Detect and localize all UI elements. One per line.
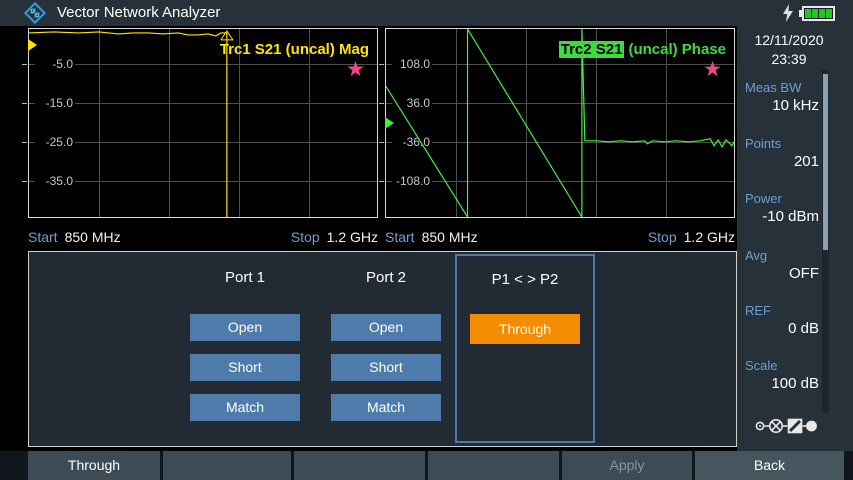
marker-star-icon: ★ (346, 59, 365, 80)
sidebar-item-power[interactable]: Power -10 dBm (745, 191, 819, 226)
sidebar-item-meas-bw[interactable]: Meas BW 10 kHz (745, 80, 819, 115)
through-button[interactable]: Through (470, 314, 580, 344)
sidebar-item-points[interactable]: Points 201 (745, 136, 819, 171)
setting-value: 100 dB (745, 375, 819, 393)
battery-bar (805, 9, 811, 18)
setting-label: REF (745, 303, 819, 319)
start-value: 850 MHz (422, 229, 478, 245)
app-title: Vector Network Analyzer (57, 4, 220, 21)
setting-label: Meas BW (745, 80, 819, 96)
axis-tick (379, 181, 384, 182)
battery-bar (826, 9, 832, 18)
sidebar-item-ref[interactable]: REF 0 dB (745, 303, 819, 338)
stop-value: 1.2 GHz (684, 229, 735, 245)
chart-mag: -5.0 -15.0 -25.0 -35.0 Trc1 S21 (uncal) … (28, 28, 378, 218)
ref-level-arrow-icon (385, 117, 394, 129)
trace1-label: Trc1 S21 (uncal) Mag (220, 41, 369, 58)
calibration-dialog: Port 1 Port 2 Open Short Match Open Shor… (28, 251, 737, 447)
p1p2-selection-box: P1 < > P2 Through (455, 254, 595, 443)
port1-short-button[interactable]: Short (190, 354, 300, 381)
start-value: 850 MHz (65, 229, 121, 245)
port1-header: Port 1 (190, 269, 300, 286)
axis-tick (22, 103, 27, 104)
setting-label: Avg (745, 248, 819, 264)
calibration-status-icon (755, 416, 817, 436)
settings-sidebar: 12/11/2020 23:39 Meas BW 10 kHz Points 2… (737, 26, 853, 451)
stop-value: 1.2 GHz (327, 229, 378, 245)
chart-phase: 108.0 36.0 -36.0 -108.0 Trc2 S21(uncal) … (385, 28, 735, 218)
trace2-suffix: (uncal) Phase (628, 41, 726, 58)
softkey-empty-3 (428, 451, 559, 480)
p1p2-header: P1 < > P2 (457, 271, 593, 288)
axis-tick (22, 142, 27, 143)
datetime-display: 12/11/2020 23:39 (737, 31, 841, 69)
softkey-bar: Through Apply Back (0, 451, 853, 480)
setting-value: 201 (745, 153, 819, 171)
axis-tick (22, 64, 27, 65)
trace2-name-highlighted: Trc2 S21 (559, 41, 625, 58)
setting-label: Points (745, 136, 819, 152)
stop-label: Stop (648, 229, 677, 245)
softkey-apply[interactable]: Apply (562, 451, 692, 480)
start-label: Start (28, 229, 58, 245)
time-text: 23:39 (737, 50, 841, 69)
title-bar: Vector Network Analyzer (0, 0, 853, 26)
softkey-through[interactable]: Through (28, 451, 160, 480)
axis-tick (22, 181, 27, 182)
port2-match-button[interactable]: Match (331, 394, 441, 421)
start-label: Start (385, 229, 415, 245)
setting-label: Scale (745, 358, 819, 374)
battery-bar (819, 9, 825, 18)
axis-tick (379, 142, 384, 143)
freq-row-left: Start 850 MHz Stop 1.2 GHz (28, 227, 378, 247)
axis-tick (379, 64, 384, 65)
ref-level-arrow-icon (28, 39, 37, 51)
date-text: 12/11/2020 (737, 31, 841, 50)
charging-bolt-icon (781, 4, 795, 22)
setting-value: 10 kHz (745, 97, 819, 115)
trace2-label: Trc2 S21(uncal) Phase (559, 41, 726, 58)
softkey-back[interactable]: Back (695, 451, 844, 480)
sidebar-scroll-thumb[interactable] (823, 74, 828, 250)
axis-tick (379, 103, 384, 104)
vna-screen: Vector Network Analyzer -5.0 -15.0 (0, 0, 853, 480)
setting-value: OFF (745, 265, 819, 283)
battery-bar (812, 9, 818, 18)
battery-body (802, 6, 835, 21)
port1-open-button[interactable]: Open (190, 314, 300, 341)
stop-label: Stop (291, 229, 320, 245)
port2-open-button[interactable]: Open (331, 314, 441, 341)
marker-star-icon: ★ (703, 59, 722, 80)
sidebar-item-avg[interactable]: Avg OFF (745, 248, 819, 283)
freq-row-right: Start 850 MHz Stop 1.2 GHz (385, 227, 735, 247)
battery-icon (799, 6, 835, 21)
port2-short-button[interactable]: Short (331, 354, 441, 381)
trace-line-trc1 (29, 32, 227, 217)
softkey-empty-1 (163, 451, 291, 480)
rohde-schwarz-logo-icon (24, 2, 46, 24)
setting-value: 0 dB (745, 320, 819, 338)
sidebar-item-scale[interactable]: Scale 100 dB (745, 358, 819, 393)
port2-header: Port 2 (331, 269, 441, 286)
softkey-empty-2 (294, 451, 425, 480)
port1-match-button[interactable]: Match (190, 394, 300, 421)
setting-value: -10 dBm (745, 208, 819, 226)
setting-label: Power (745, 191, 819, 207)
